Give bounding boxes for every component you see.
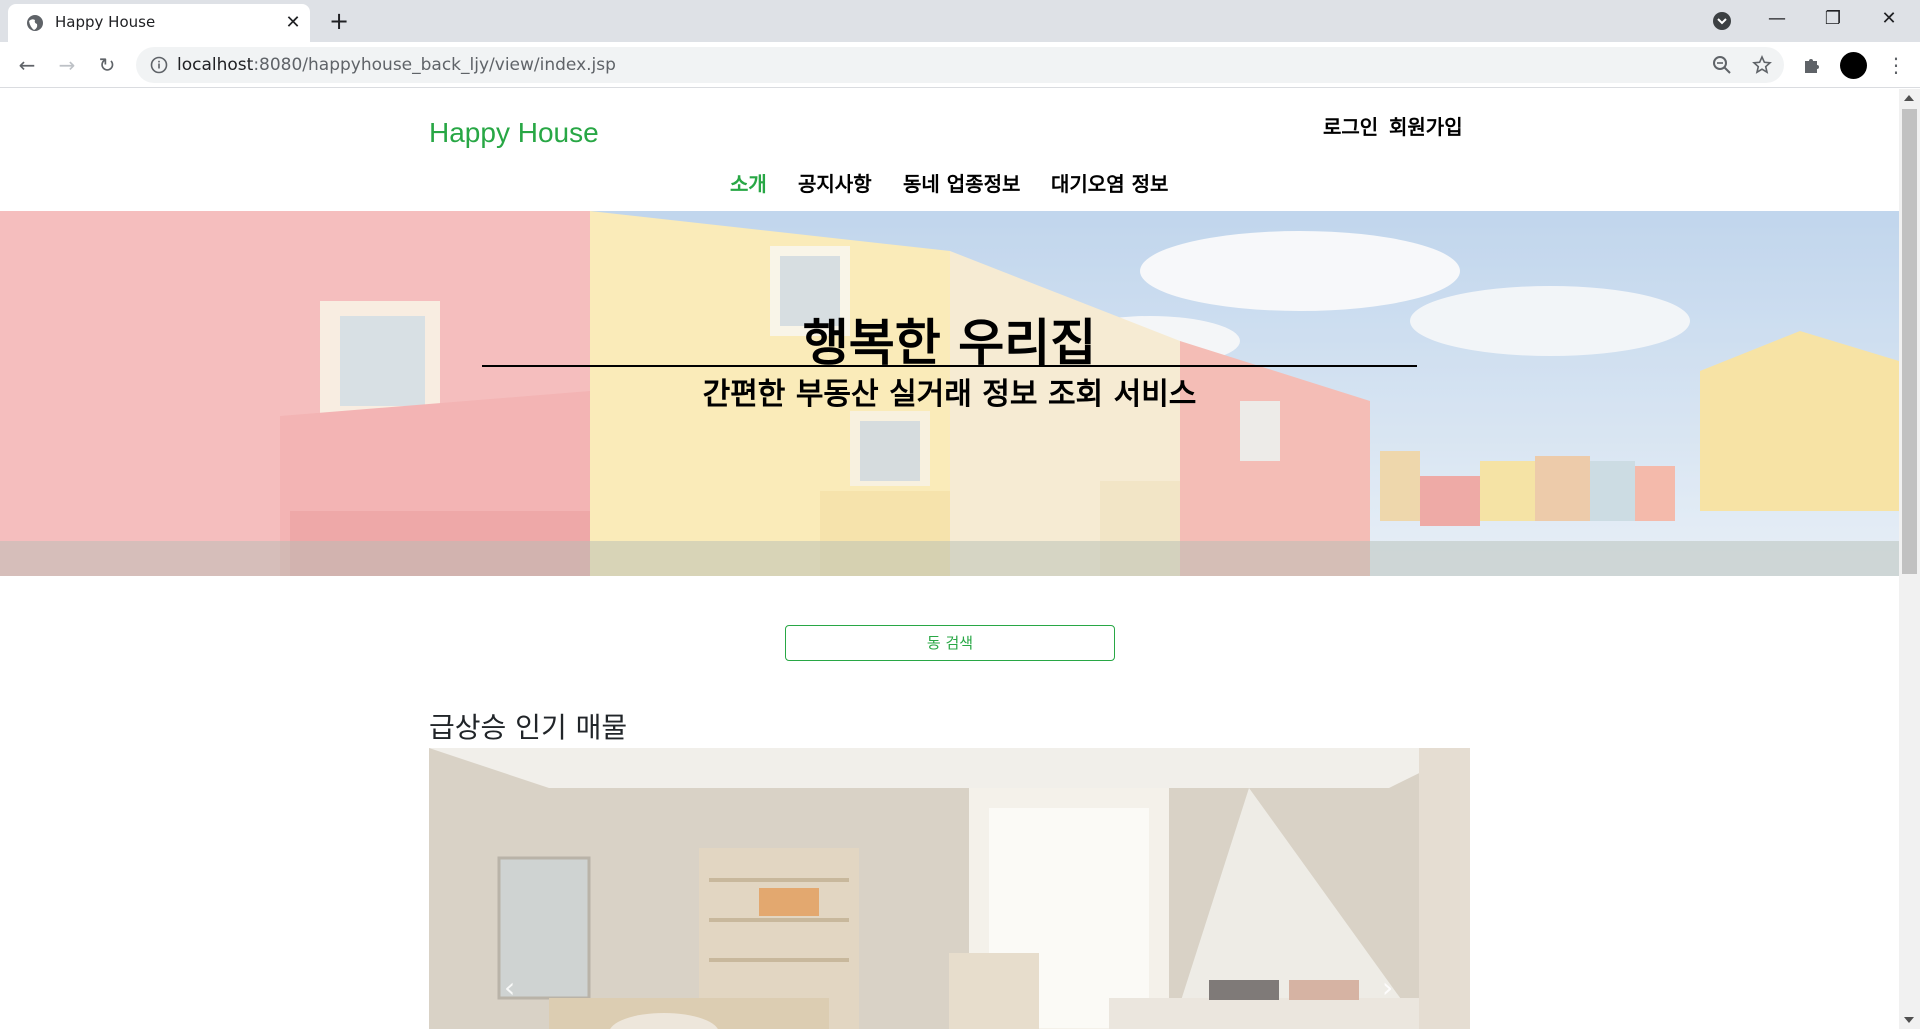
carousel-room-image xyxy=(429,748,1470,1029)
tab-strip: Happy House ✕ + — ❐ ✕ xyxy=(0,0,1920,42)
forward-icon[interactable]: → xyxy=(53,51,81,79)
browser-toolbar: ← → ↻ localhost:8080/happyhouse_back_ljy… xyxy=(0,42,1920,88)
nav-item-notice[interactable]: 공지사항 xyxy=(798,168,872,197)
back-icon[interactable]: ← xyxy=(13,51,41,79)
brand-logo[interactable]: Happy House xyxy=(429,117,599,149)
section-title: 급상승 인기 매물 xyxy=(429,711,628,744)
login-link[interactable]: 로그인 xyxy=(1323,111,1378,140)
url-path: :8080/happyhouse_back_ljy/view/index.jsp xyxy=(253,55,616,75)
signup-link[interactable]: 회원가입 xyxy=(1389,111,1463,140)
tab-search-icon[interactable] xyxy=(1712,11,1732,31)
hero-banner: 행복한 우리집 간편한 부동산 실거래 정보 조회 서비스 xyxy=(0,211,1899,576)
nav-item-business[interactable]: 동네 업종정보 xyxy=(903,168,1020,197)
url-text[interactable]: localhost:8080/happyhouse_back_ljy/view/… xyxy=(177,55,616,75)
popular-listing-carousel: ‹ › xyxy=(429,748,1470,1029)
site-header: Happy House 로그인 회원가입 소개 공지사항 동네 업종정보 대기오… xyxy=(0,89,1899,211)
reload-icon[interactable]: ↻ xyxy=(93,51,121,79)
tab-title: Happy House xyxy=(55,13,156,31)
chevron-left-icon[interactable]: ‹ xyxy=(504,971,515,1004)
globe-icon xyxy=(27,15,43,31)
menu-icon[interactable]: ⋮ xyxy=(1886,53,1906,77)
chevron-right-icon[interactable]: › xyxy=(1382,971,1393,1004)
scrollbar[interactable] xyxy=(1899,89,1920,1029)
nav-item-about[interactable]: 소개 xyxy=(730,168,767,197)
puzzle-icon[interactable] xyxy=(1801,54,1823,76)
scroll-thumb[interactable] xyxy=(1902,109,1917,574)
info-icon[interactable] xyxy=(150,56,168,74)
restore-icon[interactable]: ❐ xyxy=(1818,6,1848,34)
hero-subtitle: 간편한 부동산 실거래 정보 조회 서비스 xyxy=(702,377,1197,412)
address-bar[interactable]: localhost:8080/happyhouse_back_ljy/view/… xyxy=(136,47,1784,83)
star-icon[interactable] xyxy=(1752,55,1772,75)
dong-search-button[interactable]: 동 검색 xyxy=(785,625,1115,661)
scroll-up-arrow[interactable] xyxy=(1904,95,1914,101)
close-icon[interactable]: ✕ xyxy=(282,12,304,34)
hero-divider xyxy=(482,365,1417,367)
scroll-down-arrow[interactable] xyxy=(1904,1017,1914,1023)
page-content: Happy House 로그인 회원가입 소개 공지사항 동네 업종정보 대기오… xyxy=(0,89,1899,1029)
browser-tab[interactable]: Happy House ✕ xyxy=(8,4,310,42)
zoom-icon[interactable] xyxy=(1712,55,1732,75)
window-close-icon[interactable]: ✕ xyxy=(1874,6,1904,34)
avatar[interactable] xyxy=(1840,52,1867,79)
minimize-icon[interactable]: — xyxy=(1762,6,1792,34)
plus-icon[interactable]: + xyxy=(325,8,353,36)
url-host: localhost xyxy=(177,55,254,75)
nav-item-air-pollution[interactable]: 대기오염 정보 xyxy=(1051,168,1168,197)
